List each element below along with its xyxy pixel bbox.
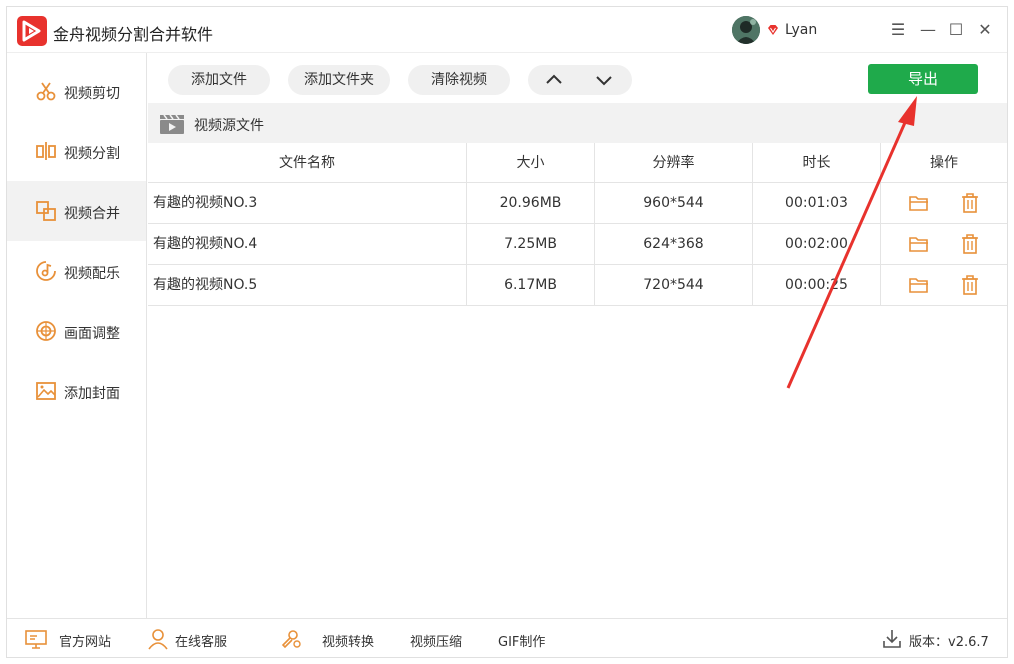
official-website-link[interactable]: 官方网站 <box>25 619 120 658</box>
avatar[interactable] <box>732 16 760 44</box>
close-button[interactable]: ✕ <box>974 19 996 41</box>
music-icon <box>36 261 56 281</box>
tools-icon <box>281 630 301 649</box>
duration-cell: 00:02:00 <box>753 224 881 264</box>
user-support-icon <box>148 629 168 650</box>
video-compress-link[interactable]: 视频压缩 <box>407 619 467 658</box>
scissors-icon <box>36 82 56 101</box>
footer-bar: 官方网站 在线客服 视频转换 视频压缩 GIF制作 版本：v2.6.7 <box>7 618 1007 657</box>
version-info[interactable]: 版本：v2.6.7 <box>881 619 1001 658</box>
move-up-icon[interactable] <box>542 68 566 92</box>
online-support-label: 在线客服 <box>175 635 228 650</box>
file-name-cell: 有趣的视频NO.5 <box>148 265 467 305</box>
resolution-cell: 720*544 <box>595 265 753 305</box>
merge-icon <box>36 201 56 221</box>
download-icon <box>883 630 901 648</box>
clapperboard-icon <box>160 114 184 134</box>
source-files-title: 视频源文件 <box>194 118 264 134</box>
column-header-resolution[interactable]: 分辨率 <box>595 143 753 182</box>
user-name[interactable]: Lyan <box>785 22 817 38</box>
delete-icon[interactable] <box>959 192 981 214</box>
actions-cell <box>881 183 1007 223</box>
export-button[interactable]: 导出 <box>868 64 978 94</box>
sidebar: 视频剪切 视频分割 视频合并 视频配乐 画面调整 添加封面 <box>7 53 147 618</box>
sidebar-item-cover[interactable]: 添加封面 <box>7 361 146 421</box>
sidebar-item-merge[interactable]: 视频合并 <box>7 181 146 241</box>
duration-cell: 00:00:25 <box>753 265 881 305</box>
version-label: 版本：v2.6.7 <box>909 635 989 650</box>
image-icon <box>36 382 56 400</box>
table-header: 文件名称 大小 分辨率 时长 操作 <box>148 143 1007 183</box>
file-size-cell: 6.17MB <box>467 265 595 305</box>
open-folder-icon[interactable] <box>908 274 930 296</box>
actions-cell <box>881 265 1007 305</box>
open-folder-icon[interactable] <box>908 233 930 255</box>
table-row[interactable]: 有趣的视频NO.5 6.17MB 720*544 00:00:25 <box>148 265 1007 306</box>
toolbar: 添加文件 添加文件夹 清除视频 导出 <box>148 53 1007 103</box>
sidebar-item-split[interactable]: 视频分割 <box>7 121 146 181</box>
file-size-cell: 20.96MB <box>467 183 595 223</box>
clear-videos-button[interactable]: 清除视频 <box>408 65 510 95</box>
add-file-button[interactable]: 添加文件 <box>168 65 270 95</box>
sidebar-item-cut[interactable]: 视频剪切 <box>7 61 146 121</box>
sidebar-item-label: 视频配乐 <box>64 266 120 282</box>
file-name-cell: 有趣的视频NO.3 <box>148 183 467 223</box>
official-website-label: 官方网站 <box>59 635 112 650</box>
sidebar-item-music[interactable]: 视频配乐 <box>7 241 146 301</box>
sidebar-item-label: 视频合并 <box>64 206 120 222</box>
app-title: 金舟视频分割合并软件 <box>53 25 214 44</box>
app-logo-icon <box>17 16 47 46</box>
gif-maker-label: GIF制作 <box>498 635 546 650</box>
add-folder-button[interactable]: 添加文件夹 <box>288 65 390 95</box>
reorder-group <box>528 65 632 95</box>
sidebar-item-label: 画面调整 <box>64 326 120 342</box>
gif-maker-link[interactable]: GIF制作 <box>495 619 555 658</box>
video-convert-link[interactable]: 视频转换 <box>280 619 380 658</box>
app-window: 金舟视频分割合并软件 Lyan ☰ — ☐ ✕ 视频剪切 视频分割 视频合并 视… <box>6 6 1008 658</box>
table-row[interactable]: 有趣的视频NO.4 7.25MB 624*368 00:02:00 <box>148 224 1007 265</box>
move-down-icon[interactable] <box>592 68 616 92</box>
source-files-header: 视频源文件 <box>148 103 1007 143</box>
duration-cell: 00:01:03 <box>753 183 881 223</box>
sidebar-item-label: 视频剪切 <box>64 86 120 102</box>
video-convert-label: 视频转换 <box>322 635 375 650</box>
open-folder-icon[interactable] <box>908 192 930 214</box>
delete-icon[interactable] <box>959 274 981 296</box>
table-row[interactable]: 有趣的视频NO.3 20.96MB 960*544 00:01:03 <box>148 183 1007 224</box>
sidebar-item-adjust[interactable]: 画面调整 <box>7 301 146 361</box>
file-name-cell: 有趣的视频NO.4 <box>148 224 467 264</box>
column-header-actions: 操作 <box>930 155 958 171</box>
menu-icon[interactable]: ☰ <box>887 19 909 41</box>
sidebar-item-label: 添加封面 <box>64 386 120 402</box>
resolution-cell: 624*368 <box>595 224 753 264</box>
video-compress-label: 视频压缩 <box>410 635 463 650</box>
delete-icon[interactable] <box>959 233 981 255</box>
column-header-duration[interactable]: 时长 <box>753 143 881 182</box>
video-table: 文件名称 大小 分辨率 时长 操作 有趣的视频NO.3 20.96MB 960*… <box>148 143 1007 306</box>
split-icon <box>36 142 56 160</box>
resolution-cell: 960*544 <box>595 183 753 223</box>
column-header-size[interactable]: 大小 <box>467 143 595 182</box>
minimize-button[interactable]: — <box>917 19 939 41</box>
vip-gem-icon <box>768 25 778 35</box>
actions-cell <box>881 224 1007 264</box>
adjust-icon <box>36 321 56 341</box>
file-size-cell: 7.25MB <box>467 224 595 264</box>
monitor-icon <box>25 630 47 649</box>
sidebar-item-label: 视频分割 <box>64 146 120 162</box>
online-support-link[interactable]: 在线客服 <box>147 619 237 658</box>
title-bar: 金舟视频分割合并软件 Lyan ☰ — ☐ ✕ <box>7 7 1007 53</box>
maximize-button[interactable]: ☐ <box>945 19 967 41</box>
column-header-name[interactable]: 文件名称 <box>148 143 467 182</box>
